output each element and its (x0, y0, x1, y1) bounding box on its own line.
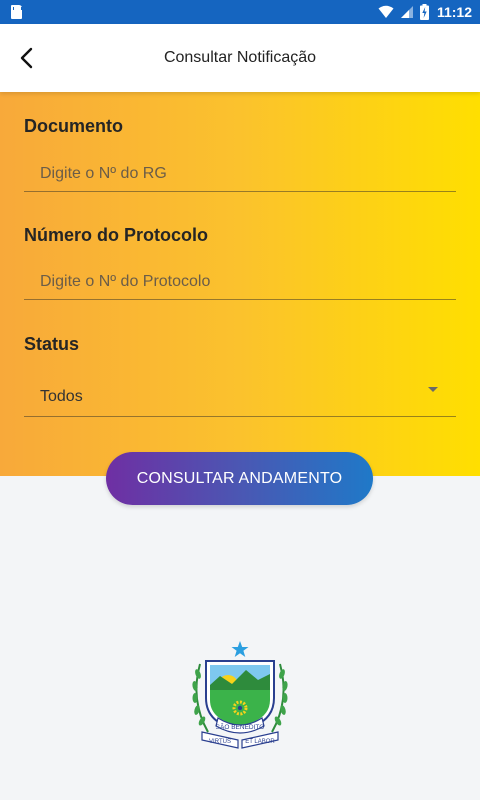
crest-motto-right: ET LABOR (245, 739, 275, 745)
documento-label: Documento (24, 116, 123, 136)
protocolo-input[interactable] (24, 264, 456, 300)
status-selected-value: Todos (40, 388, 83, 405)
documento-input[interactable] (24, 156, 456, 192)
municipal-crest: SÃO BENEDITO VIRTUS ET LABOR (186, 640, 294, 756)
status-bar: 11:12 (0, 0, 480, 24)
chevron-down-icon (428, 387, 438, 392)
status-icons: 11:12 (378, 0, 472, 24)
app-bar: Consultar Notificação (0, 24, 480, 92)
page-title: Consultar Notificação (163, 49, 317, 66)
protocolo-label: Número do Protocolo (24, 225, 208, 245)
crest-banner-text: SÃO BENEDITO (216, 722, 265, 731)
status-select[interactable]: Todos (24, 377, 456, 417)
wifi-icon (378, 5, 394, 18)
search-form: Documento Número do Protocolo Status Tod… (0, 92, 480, 476)
battery-icon (419, 4, 429, 20)
sd-card-icon (11, 5, 22, 19)
consultar-andamento-button[interactable]: CONSULTAR ANDAMENTO (106, 452, 373, 505)
municipal-crest-icon: SÃO BENEDITO VIRTUS ET LABOR (192, 641, 288, 749)
cell-signal-icon (400, 6, 413, 18)
status-clock: 11:12 (436, 4, 472, 20)
crest-motto-left: VIRTUS (209, 739, 231, 745)
status-label: Status (24, 334, 80, 354)
